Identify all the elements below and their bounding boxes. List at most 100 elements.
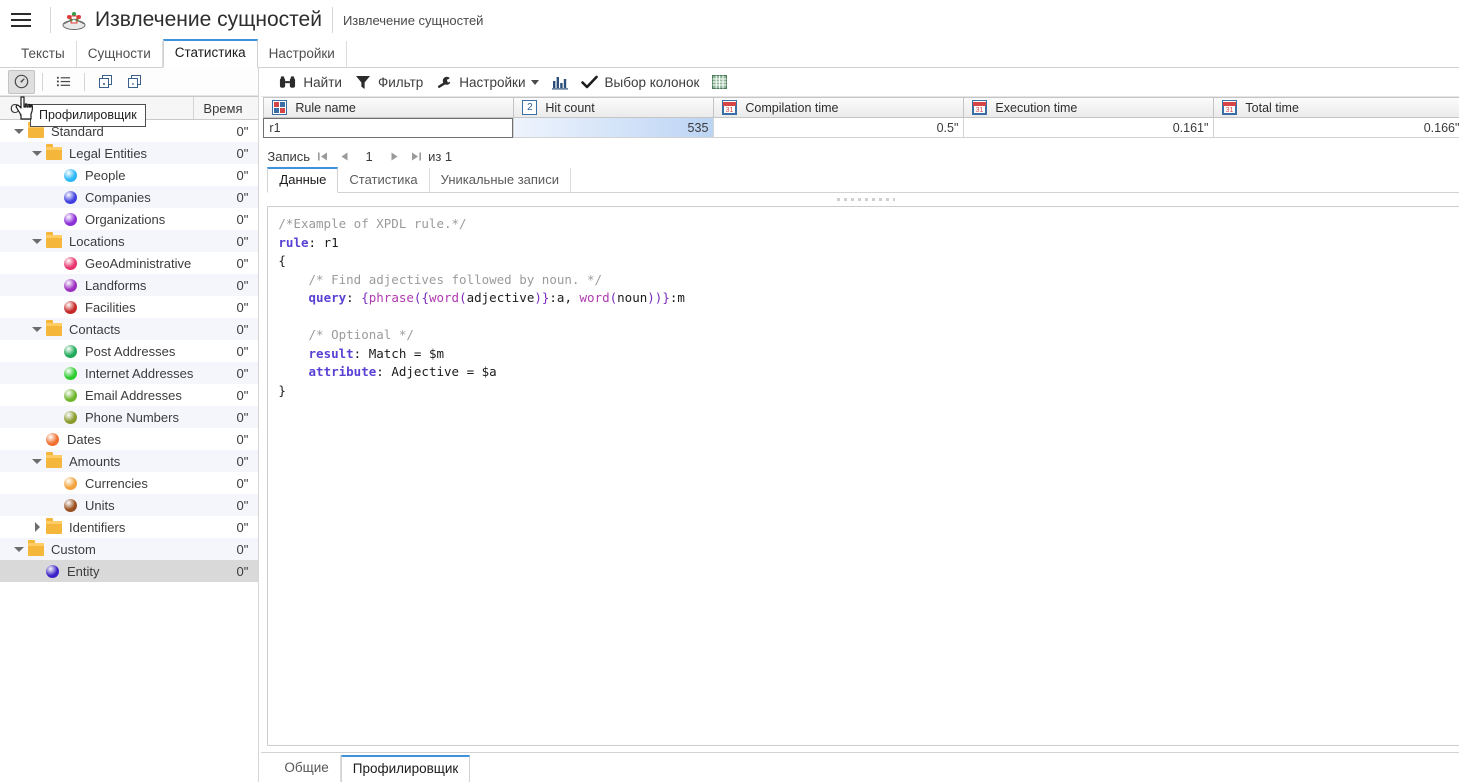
svg-text:31: 31 xyxy=(976,107,984,114)
grid-icon xyxy=(712,75,728,89)
expand-all-button[interactable] xyxy=(92,70,119,94)
tree-item-time: 0" xyxy=(236,541,249,557)
bottom-tab-profiler[interactable]: Профилировщик xyxy=(340,755,471,782)
tree-item-currencies[interactable]: Currencies 0" xyxy=(0,472,258,494)
wrench-icon xyxy=(438,76,451,88)
grid-layout-button[interactable] xyxy=(708,73,736,91)
code-line: /* Optional */ xyxy=(278,326,1454,345)
settings-label: Настройки xyxy=(459,74,526,90)
filter-button[interactable]: Фильтр xyxy=(351,73,432,92)
tree-item-label: GeoAdministrative xyxy=(85,255,192,271)
grid-body[interactable]: r1 535 0.5" 0.161" 0.166" xyxy=(263,118,1459,138)
code-token: { xyxy=(421,290,429,305)
find-button[interactable]: Найти xyxy=(275,73,351,92)
gauge-icon xyxy=(14,74,29,89)
grid-column-header[interactable]: 2 Hit count xyxy=(514,98,715,117)
tree-item-label: Identifiers xyxy=(69,519,126,535)
toolbar-divider xyxy=(42,72,43,91)
entity-bullet-icon xyxy=(64,278,77,292)
tree-item-label: Dates xyxy=(67,431,101,447)
entity-tree[interactable]: Standard 0" Legal Entities 0" People 0" Compan… xyxy=(0,120,259,782)
tab-entities[interactable]: Сущности xyxy=(77,41,163,68)
tree-item-internet-addresses[interactable]: Internet Addresses 0" xyxy=(0,362,259,384)
tree-item-time: 0" xyxy=(236,299,249,315)
tree-twisty-open-icon[interactable] xyxy=(30,322,44,336)
chart-button[interactable] xyxy=(548,73,577,92)
cell-rule-name[interactable]: r1 xyxy=(263,118,514,138)
first-record-button[interactable] xyxy=(312,146,332,166)
cell-compilation-time[interactable]: 0.5" xyxy=(713,118,964,138)
tree-item-legal-entities[interactable]: Legal Entities 0" xyxy=(0,142,259,164)
tree-twisty-open-icon[interactable] xyxy=(30,454,44,468)
column-chooser-button[interactable]: Выбор колонок xyxy=(577,73,709,92)
grid-column-header[interactable]: 31 Compilation time xyxy=(714,98,965,117)
tree-item-custom[interactable]: Custom 0" xyxy=(0,538,259,560)
subtab-data[interactable]: Данные xyxy=(267,167,339,193)
tree-item-label: Organizations xyxy=(85,211,166,227)
tree-item-units[interactable]: Units 0" xyxy=(0,494,259,516)
cell-execution-time[interactable]: 0.161" xyxy=(963,118,1214,138)
tab-statistics[interactable]: Статистика xyxy=(162,39,258,68)
chevron-down-icon[interactable] xyxy=(530,79,539,85)
tab-settings[interactable]: Настройки xyxy=(258,41,347,68)
expand-copy-icon xyxy=(98,74,112,88)
subtab-statistics[interactable]: Статистика xyxy=(338,168,430,192)
hamburger-menu-icon[interactable] xyxy=(8,7,34,33)
collapse-all-button[interactable] xyxy=(121,70,148,94)
tree-twisty-open-icon[interactable] xyxy=(12,542,26,556)
tree-item-time: 0" xyxy=(236,145,249,161)
rule-code-editor[interactable]: /*Example of XPDL rule.*/rule: r1{ /* Fi… xyxy=(267,206,1459,746)
tree-item-contacts[interactable]: Contacts 0" xyxy=(0,318,259,340)
tree-item-facilities[interactable]: Facilities 0" xyxy=(0,296,258,318)
list-icon xyxy=(56,76,71,87)
grid-column-header[interactable]: 31 Total time xyxy=(1214,98,1459,117)
record-total-label: из 1 xyxy=(428,148,453,164)
code-line: attribute: Adjective = $a xyxy=(278,363,1454,382)
app-logo-icon xyxy=(61,8,87,32)
last-record-button[interactable] xyxy=(406,146,426,166)
tree-item-locations[interactable]: Locations 0" xyxy=(0,230,259,252)
code-token: { xyxy=(278,253,286,268)
grid-column-header[interactable]: Rule name xyxy=(264,98,515,117)
tree-item-companies[interactable]: Companies 0" xyxy=(0,186,259,208)
code-token: :m xyxy=(669,290,685,305)
grid-row[interactable]: r1 535 0.5" 0.161" 0.166" xyxy=(263,118,1459,138)
tree-item-geoadministrative[interactable]: GeoAdministrative 0" xyxy=(0,252,258,274)
tree-item-entity[interactable]: Entity 0" xyxy=(0,560,259,582)
code-token: word xyxy=(428,290,460,305)
prev-record-button[interactable] xyxy=(334,146,354,166)
panel-splitter[interactable] xyxy=(267,193,1459,206)
cell-total-time[interactable]: 0.166" xyxy=(1213,118,1459,138)
current-record-number[interactable]: 1 xyxy=(356,149,382,164)
tree-twisty-open-icon[interactable] xyxy=(12,124,26,138)
grid-column-header[interactable]: 31 Execution time xyxy=(964,98,1215,117)
tree-item-landforms[interactable]: Landforms 0" xyxy=(0,274,259,296)
tree-item-identifiers[interactable]: Identifiers 0" xyxy=(0,516,258,538)
tab-texts[interactable]: Тексты xyxy=(10,41,77,68)
settings-button[interactable]: Настройки xyxy=(432,73,547,92)
tree-twisty-open-icon[interactable] xyxy=(30,234,44,248)
tree-item-post-addresses[interactable]: Post Addresses 0" xyxy=(0,340,258,362)
tree-item-organizations[interactable]: Organizations 0" xyxy=(0,208,258,230)
code-token: query xyxy=(308,290,347,305)
cell-hit-count[interactable]: 535 xyxy=(513,118,714,138)
tree-toolbar xyxy=(0,68,259,96)
tree-twisty-closed-icon[interactable] xyxy=(30,520,44,534)
next-record-button[interactable] xyxy=(384,146,404,166)
tree-item-people[interactable]: People 0" xyxy=(0,164,258,186)
tree-item-email-addresses[interactable]: Email Addresses 0" xyxy=(0,384,258,406)
bottom-tab-general[interactable]: Общие xyxy=(273,755,341,782)
profiler-button[interactable] xyxy=(8,69,35,94)
list-button[interactable] xyxy=(50,70,77,94)
code-token: ) xyxy=(534,290,542,305)
tree-item-amounts[interactable]: Amounts 0" xyxy=(0,450,259,472)
tree-item-phone-numbers[interactable]: Phone Numbers 0" xyxy=(0,406,259,428)
code-token: rule xyxy=(278,234,309,250)
subtab-unique-records[interactable]: Уникальные записи xyxy=(430,168,571,192)
bottom-tab-bar: Общие Профилировщик xyxy=(261,752,1459,782)
tree-item-dates[interactable]: Dates 0" xyxy=(0,428,258,450)
tree-twisty-open-icon[interactable] xyxy=(30,146,44,160)
